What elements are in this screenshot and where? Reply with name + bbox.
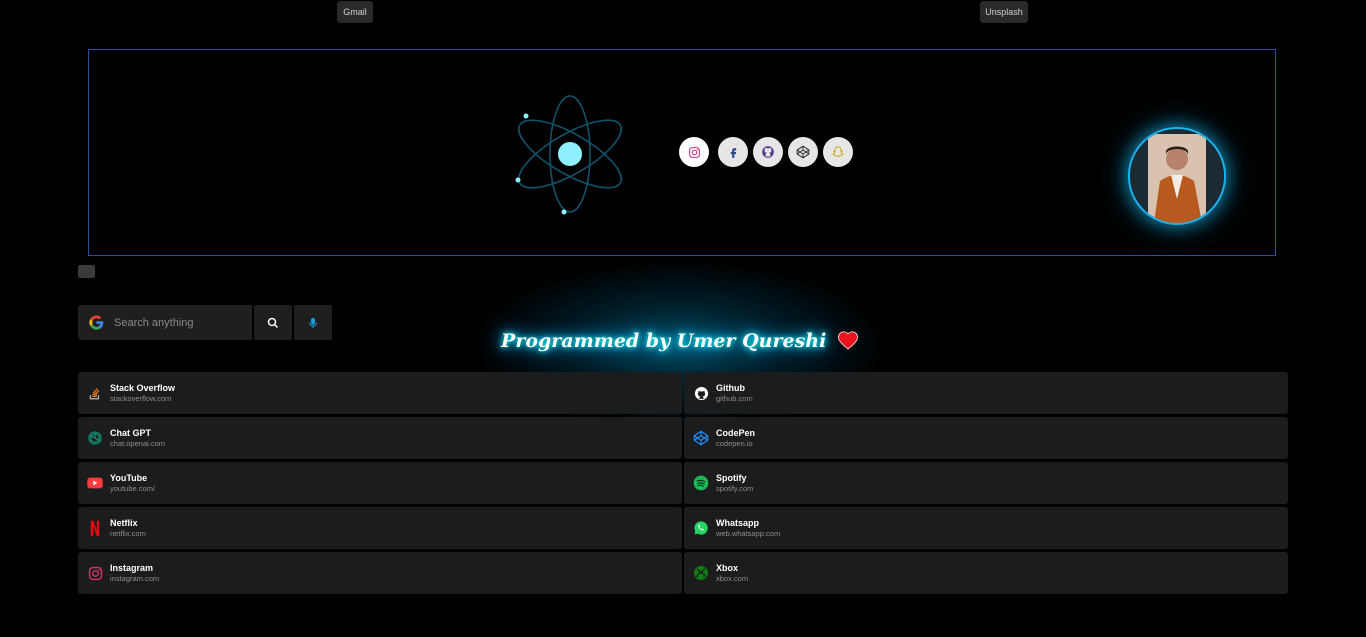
link-card-whatsapp[interactable]: Whatsapp web.whatsapp.com <box>684 507 1288 549</box>
codepen-social-button[interactable] <box>788 137 818 167</box>
whatsapp-icon <box>694 521 708 535</box>
link-card-spotify[interactable]: Spotify spotify.com <box>684 462 1288 504</box>
snapchat-social-button[interactable] <box>823 137 853 167</box>
link-url: web.whatsapp.com <box>716 528 781 538</box>
search-icon <box>267 317 279 328</box>
link-name: Netflix <box>110 517 138 528</box>
link-name: YouTube <box>110 472 148 483</box>
github-social-button[interactable] <box>753 137 783 167</box>
link-card-chatgpt[interactable]: Chat GPT chat.openai.com <box>78 417 682 459</box>
link-name: Github <box>716 382 745 393</box>
link-name: Xbox <box>716 562 739 573</box>
link-card-stackoverflow[interactable]: Stack Overflow stackoverflow.com <box>78 372 682 414</box>
link-url: instagram.com <box>110 573 160 583</box>
link-card-instagram[interactable]: Instagram instagram.com <box>78 552 682 594</box>
link-url: netflix.com <box>110 528 146 538</box>
link-card-codepen[interactable]: CodePen codepen.io <box>684 417 1288 459</box>
chatgpt-icon <box>88 431 102 445</box>
search-box <box>78 305 252 340</box>
google-icon <box>89 315 104 330</box>
link-url: youtube.com/ <box>110 483 156 493</box>
link-url: spotify.com <box>716 483 754 493</box>
snapchat-icon <box>832 146 844 157</box>
link-url: xbox.com <box>716 573 749 583</box>
credit-label: Programmed by Umer Qureshi <box>501 330 827 352</box>
voice-search-button[interactable] <box>294 305 332 340</box>
profile-photo <box>1130 129 1224 223</box>
link-url: codepen.io <box>716 438 753 448</box>
heart-icon <box>838 331 858 350</box>
search-button[interactable] <box>254 305 292 340</box>
link-card-github[interactable]: Github github.com <box>684 372 1288 414</box>
atom-logo-icon <box>515 95 623 215</box>
spotify-icon <box>693 475 709 491</box>
profile-avatar <box>1128 127 1226 225</box>
quick-links-grid: Stack Overflow stackoverflow.com Github gi… <box>78 372 1288 594</box>
link-name: Whatsapp <box>716 517 760 528</box>
link-url: github.com <box>716 393 753 403</box>
netflix-icon <box>90 520 100 536</box>
codepen-icon <box>693 430 709 446</box>
instagram-icon <box>88 566 102 580</box>
instagram-icon <box>688 146 700 158</box>
link-card-youtube[interactable]: YouTube youtube.com/ <box>78 462 682 504</box>
link-name: Chat GPT <box>110 427 152 438</box>
link-card-xbox[interactable]: Xbox xbox.com <box>684 552 1288 594</box>
toggle-button[interactable] <box>78 265 95 278</box>
instagram-social-button[interactable] <box>679 137 709 167</box>
search-input[interactable] <box>112 315 246 330</box>
search-bar <box>78 305 332 340</box>
unsplash-link[interactable]: Unsplash <box>980 1 1028 23</box>
link-name: Spotify <box>716 472 747 483</box>
link-name: Instagram <box>110 562 154 573</box>
credit-text: Programmed by Umer Qureshi <box>490 330 870 352</box>
microphone-icon <box>309 317 317 328</box>
xbox-icon <box>694 566 708 580</box>
gmail-link[interactable]: Gmail <box>337 1 373 23</box>
github-icon <box>762 146 774 158</box>
link-name: CodePen <box>716 427 756 438</box>
facebook-icon <box>730 147 736 158</box>
youtube-icon <box>87 477 103 489</box>
hero-banner <box>88 49 1276 256</box>
github-icon <box>694 386 708 400</box>
link-url: chat.openai.com <box>110 438 166 448</box>
link-url: stackoverflow.com <box>110 393 172 403</box>
link-card-netflix[interactable]: Netflix netflix.com <box>78 507 682 549</box>
codepen-icon <box>796 145 810 159</box>
facebook-social-button[interactable] <box>718 137 748 167</box>
link-name: Stack Overflow <box>110 382 176 393</box>
social-links <box>679 137 853 167</box>
stackoverflow-icon <box>89 387 100 399</box>
